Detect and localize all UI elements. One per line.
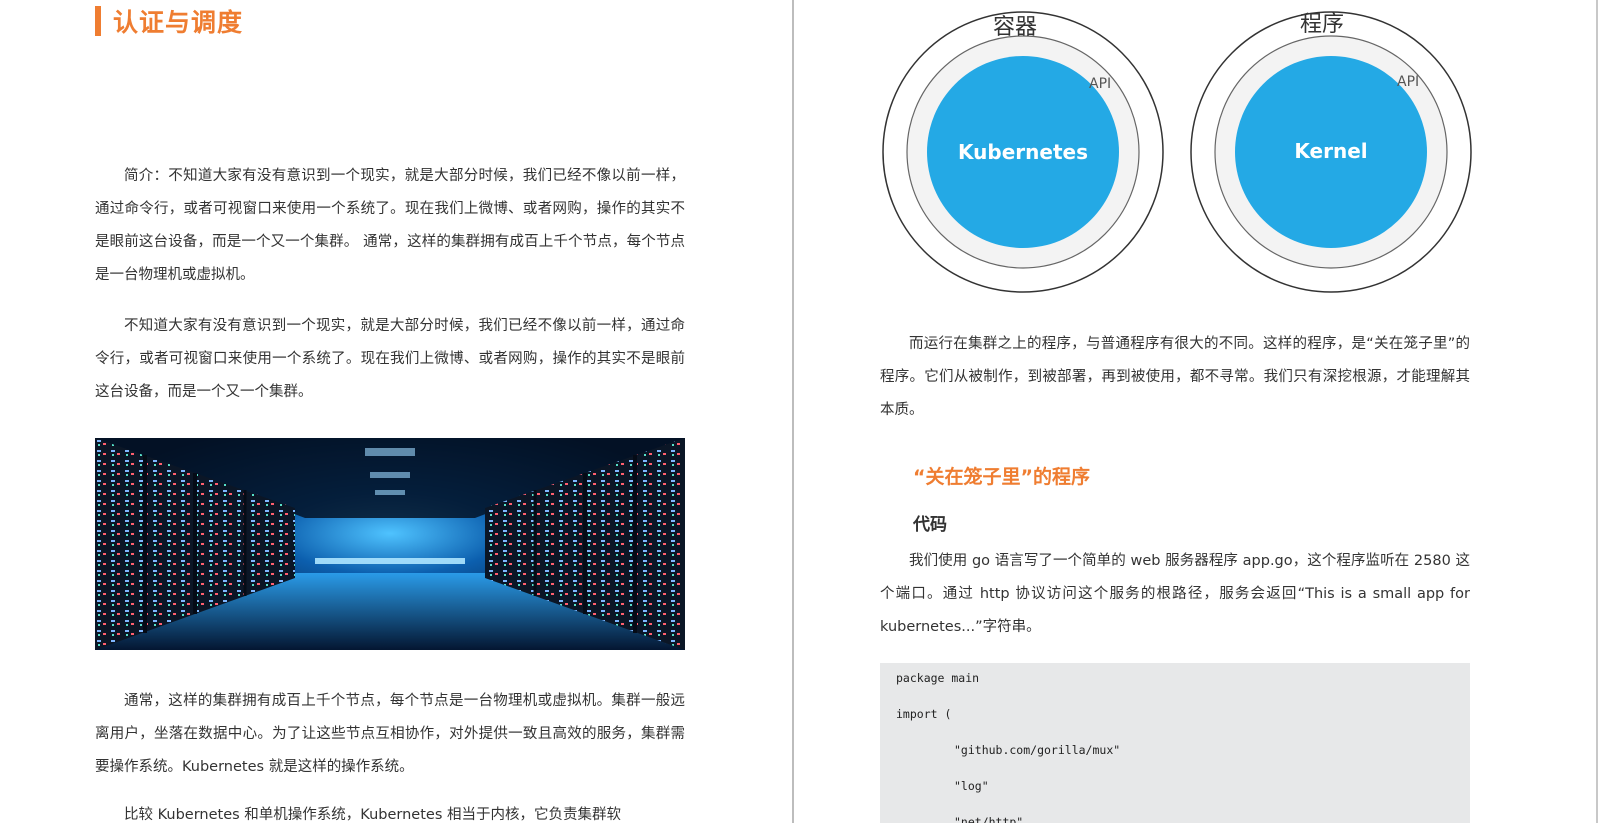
code-block: package main import ( "github.com/gorill… — [880, 663, 1470, 823]
api-label: API — [1089, 76, 1111, 92]
body-paragraph: 我们使用 go 语言写了一个简单的 web 服务器程序 app.go，这个程序监… — [880, 553, 1470, 635]
core-label: Kernel — [1294, 139, 1367, 163]
body-paragraph: 通常，这样的集群拥有成百上千个节点，每个节点是一台物理机或虚拟机。集群一般远离用… — [95, 693, 685, 775]
container-program-diagram: 容器 API Kubernetes 程序 API Kernel — [882, 11, 1472, 293]
server-room-image — [95, 438, 685, 650]
diagram-label: 程序 — [1300, 12, 1344, 37]
chapter-title: 认证与调度 — [95, 4, 243, 38]
left-page: 认证与调度 简介：不知道大家有没有意识到一个现实，就是大部分时候，我们已经不像以… — [0, 0, 792, 823]
page-edge — [1596, 0, 1598, 823]
program-circle-group: 程序 API Kernel — [1190, 11, 1472, 293]
server-room-illustration — [95, 438, 685, 650]
body-paragraph: 比较 Kubernetes 和单机操作系统，Kubernetes 相当于内核，它… — [124, 807, 621, 823]
code-line: "net/http" — [954, 815, 1024, 823]
chapter-title-text: 认证与调度 — [113, 8, 244, 37]
right-page: 容器 API Kubernetes 程序 API Kernel 而运行在集群之上… — [795, 0, 1599, 823]
section-title: “关在笼子里”的程序 — [913, 466, 1090, 488]
code-line: "log" — [954, 779, 989, 793]
chapter-title-bar — [95, 6, 101, 36]
container-circle-group: 容器 API Kubernetes — [882, 11, 1164, 293]
api-label: API — [1397, 74, 1419, 90]
page-divider — [792, 0, 794, 823]
code-line: import ( — [896, 707, 952, 721]
code-line: package main — [896, 671, 980, 685]
intro-paragraph: 简介：不知道大家有没有意识到一个现实，就是大部分时候，我们已经不像以前一样，通过… — [95, 168, 685, 283]
body-paragraph: 而运行在集群之上的程序，与普通程序有很大的不同。这样的程序，是“关在笼子里”的程… — [880, 336, 1470, 418]
body-paragraph: 不知道大家有没有意识到一个现实，就是大部分时候，我们已经不像以前一样，通过命令行… — [95, 318, 685, 400]
code-line: "github.com/gorilla/mux" — [954, 743, 1121, 757]
subsection-title: 代码 — [913, 515, 947, 535]
core-label: Kubernetes — [958, 140, 1088, 164]
diagram-label: 容器 — [993, 15, 1037, 40]
